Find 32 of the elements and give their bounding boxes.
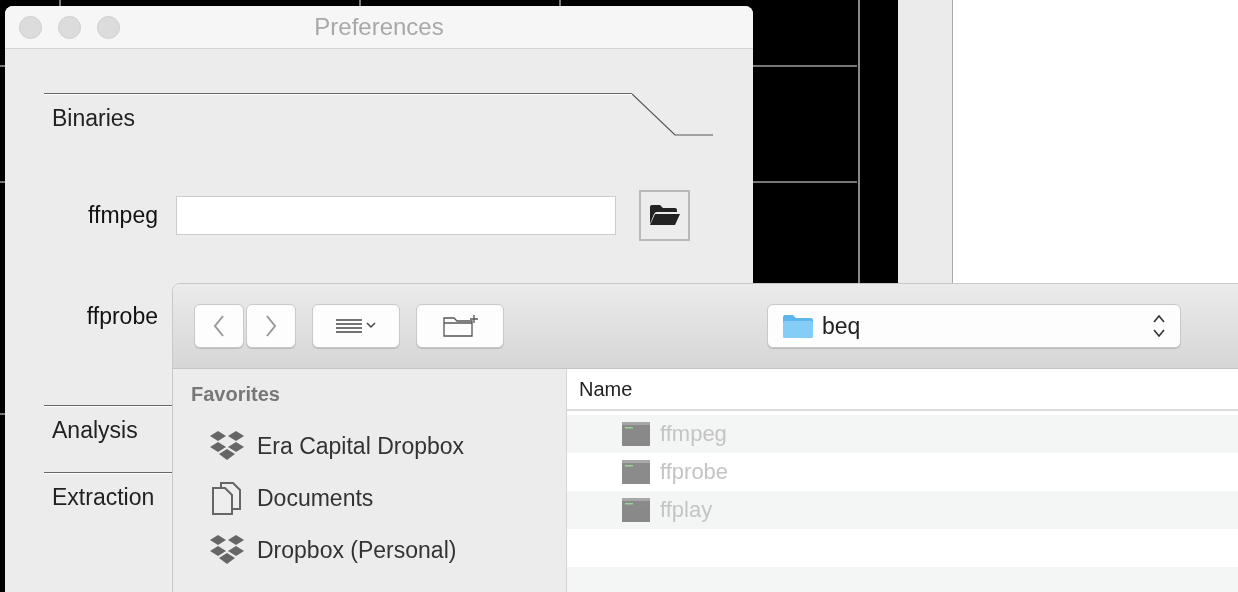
back-button[interactable] [194,304,244,348]
forward-button[interactable] [246,304,296,348]
path-field[interactable] [176,195,616,235]
browse-button[interactable] [639,189,690,241]
location-popup[interactable]: beq [767,304,1181,348]
folder-icon [648,204,681,226]
terminal-icon [622,460,650,484]
diamonds-icon [209,430,245,462]
sidebar-item[interactable]: Era Capital Dropbox [209,420,566,472]
field-label: ffmpeg [87,201,158,229]
window-title: Preferences [314,13,444,41]
terminal-icon [622,498,650,522]
chevron-left-icon [213,314,225,338]
view-options-button[interactable] [312,304,400,348]
close-button[interactable] [19,16,42,39]
diamonds-icon [209,534,245,566]
section-header[interactable]: Binaries [52,104,136,132]
chevron-right-icon [265,314,277,338]
sidebar-item[interactable]: Dropbox (Personal) [209,524,566,576]
folder-icon [782,313,814,339]
section-header[interactable]: Analysis [52,416,138,444]
sidebar-item[interactable]: Documents [209,472,566,524]
sidebar-heading: Favorites [191,383,281,406]
minimize-button[interactable] [58,16,81,39]
section-header[interactable]: Extraction [52,483,155,511]
column-header[interactable]: Name [579,377,633,401]
list-view-icon [334,318,378,334]
zoom-button[interactable] [97,16,120,39]
new-folder-button[interactable] [416,304,504,348]
terminal-icon [622,422,650,446]
new-folder-icon [442,314,478,338]
field-label: ffprobe [85,302,158,330]
